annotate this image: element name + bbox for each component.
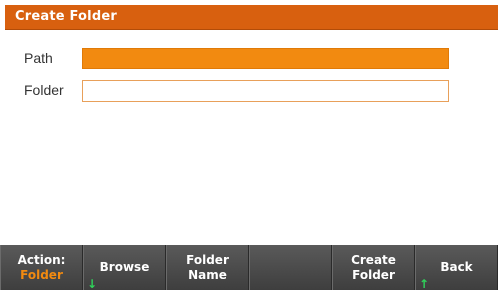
softkey-label: Folder bbox=[186, 252, 229, 267]
softkey-create-folder[interactable]: Create Folder bbox=[332, 245, 415, 290]
softkey-label-line2: Name bbox=[188, 267, 227, 282]
softkey-browse[interactable]: Browse ↓ bbox=[83, 245, 166, 290]
window-title: Create Folder bbox=[15, 9, 117, 24]
main-panel: Path Folder bbox=[5, 30, 498, 245]
softkey-action-folder[interactable]: Action: Folder bbox=[0, 245, 83, 290]
create-folder-screen: Create Folder Path Folder Action: Folder… bbox=[0, 0, 498, 290]
softkey-label: Create bbox=[351, 252, 396, 267]
softkey-label: Back bbox=[440, 260, 473, 274]
path-field[interactable] bbox=[82, 48, 449, 69]
softkey-value: Folder bbox=[20, 267, 63, 282]
softkey-folder-name[interactable]: Folder Name bbox=[166, 245, 249, 290]
folder-label: Folder bbox=[24, 82, 64, 98]
softkey-back[interactable]: Back ↑ bbox=[415, 245, 498, 290]
softkey-blank[interactable] bbox=[249, 245, 332, 290]
title-bar: Create Folder bbox=[5, 5, 498, 30]
softkey-label-line2: Folder bbox=[352, 267, 395, 282]
up-arrow-icon: ↑ bbox=[419, 277, 430, 290]
softkey-bar: Action: Folder Browse ↓ Folder Name Crea… bbox=[0, 245, 498, 290]
softkey-label: Browse bbox=[99, 260, 150, 274]
path-label: Path bbox=[24, 50, 53, 66]
down-arrow-icon: ↓ bbox=[87, 277, 98, 290]
softkey-label: Action: bbox=[17, 252, 66, 267]
folder-name-input[interactable] bbox=[82, 80, 449, 102]
